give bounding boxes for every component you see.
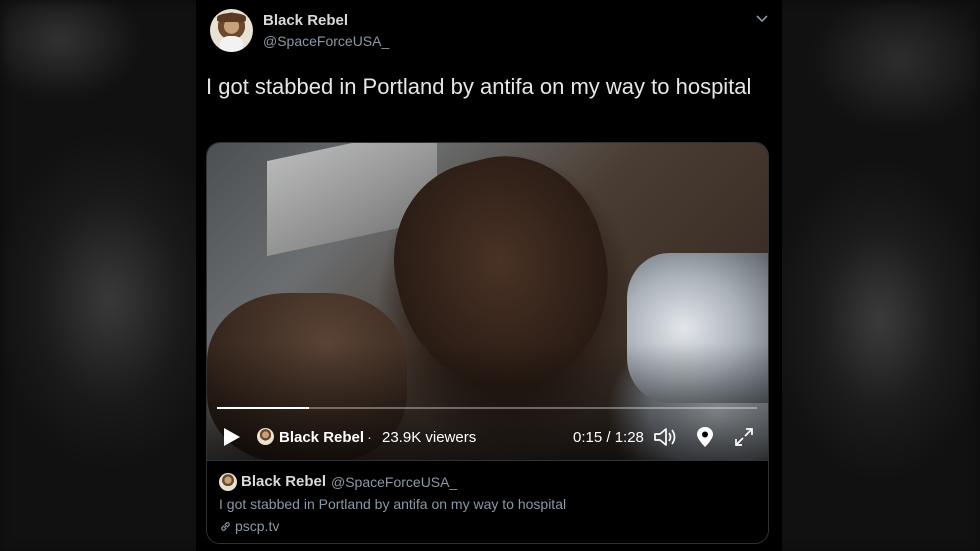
card-avatar	[219, 473, 237, 491]
card-link[interactable]: pscp.tv	[219, 518, 279, 534]
fullscreen-icon[interactable]	[734, 427, 754, 447]
volume-icon[interactable]	[653, 426, 679, 448]
separator-dot: ·	[367, 429, 372, 446]
media-embed[interactable]: Black Rebel · 23.9K viewers 0:15 / 1:28	[206, 142, 769, 544]
link-icon	[221, 522, 230, 531]
user-handle[interactable]: @SpaceForceUSA_	[263, 33, 389, 49]
avatar-body	[220, 36, 243, 52]
play-icon[interactable]	[223, 427, 241, 447]
video-controls: Black Rebel · 23.9K viewers 0:15 / 1:28	[207, 423, 768, 453]
chevron-down-icon[interactable]	[754, 10, 770, 26]
viewer-count: 23.9K viewers	[382, 429, 477, 446]
card-text: I got stabbed in Portland by antifa on m…	[219, 496, 567, 512]
location-icon[interactable]	[696, 426, 714, 448]
avatar[interactable]	[210, 9, 253, 52]
broadcaster-name[interactable]: Black Rebel	[279, 429, 364, 446]
card-handle: @SpaceForceUSA_	[331, 474, 458, 490]
tweet-text: I got stabbed in Portland by antifa on m…	[206, 74, 752, 99]
card-link-text[interactable]: pscp.tv	[235, 518, 279, 534]
card-display-name: Black Rebel	[241, 473, 327, 490]
display-name[interactable]: Black Rebel	[263, 12, 348, 29]
link-card[interactable]: Black Rebel @SpaceForceUSA_ I got stabbe…	[207, 460, 768, 543]
avatar-hat	[217, 13, 246, 22]
video-time: 0:15 / 1:28	[573, 429, 644, 446]
progress-fill	[217, 407, 309, 409]
video-player[interactable]: Black Rebel · 23.9K viewers 0:15 / 1:28	[207, 143, 768, 463]
tweet-card[interactable]: Black Rebel @SpaceForceUSA_ I got stabbe…	[196, 0, 782, 551]
progress-bar[interactable]	[217, 407, 757, 409]
broadcaster-avatar[interactable]	[257, 428, 274, 445]
